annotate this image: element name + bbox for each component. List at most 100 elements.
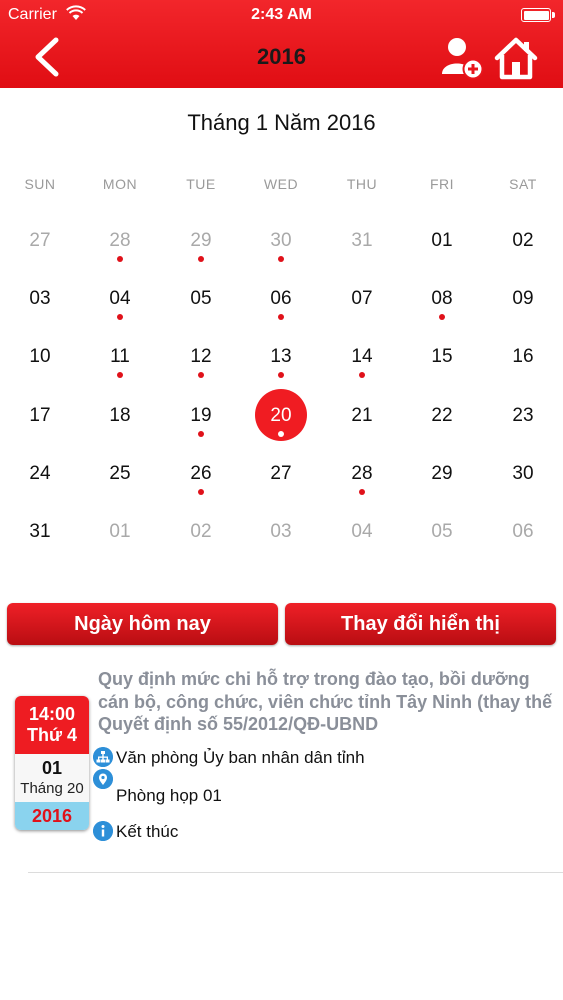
calendar-day[interactable]: 03: [241, 497, 321, 555]
day-number: 31: [29, 521, 51, 542]
calendar-day-selected[interactable]: 20: [241, 381, 321, 441]
day-number: 06: [270, 288, 292, 310]
day-number: 03: [270, 521, 292, 542]
calendar-day[interactable]: 06: [483, 497, 563, 555]
calendar-day[interactable]: 05: [161, 264, 241, 322]
calendar-day[interactable]: 17: [0, 381, 80, 439]
day-number: 11: [110, 346, 130, 368]
event-title: Quy định mức chi hỗ trợ trong đào tạo, b…: [98, 669, 553, 734]
calendar-day[interactable]: 18: [80, 381, 160, 439]
event-time: 14:00: [28, 704, 76, 724]
event-time-header: 14:00 Thứ 4: [15, 696, 89, 754]
calendar-day[interactable]: 26: [161, 439, 241, 497]
location-pin-icon: [93, 769, 113, 789]
calendar-day[interactable]: 23: [483, 381, 563, 439]
calendar-day[interactable]: 25: [80, 439, 160, 497]
battery-icon: [521, 8, 555, 22]
calendar-day[interactable]: 14: [322, 322, 402, 380]
add-user-icon[interactable]: [440, 36, 486, 82]
event-dot: [359, 372, 365, 379]
day-number: 10: [29, 346, 51, 368]
day-number: 02: [512, 230, 534, 251]
day-number: 24: [29, 462, 51, 484]
day-number: 12: [190, 346, 212, 368]
day-number: 15: [431, 346, 453, 368]
day-number: 20: [270, 404, 292, 426]
calendar-day[interactable]: 13: [241, 322, 321, 380]
status-time: 2:43 AM: [251, 6, 312, 23]
event-dot: [198, 372, 204, 379]
day-number: 30: [512, 462, 534, 484]
calendar-day[interactable]: 27: [0, 206, 80, 264]
info-icon: [93, 821, 113, 841]
top-bar: Carrier 2:43 AM 2016: [0, 0, 563, 88]
event-weekday: Thứ 4: [26, 725, 78, 745]
day-number: 09: [512, 288, 534, 310]
today-button[interactable]: Ngày hôm nay: [7, 603, 278, 645]
weekday-label: WED: [263, 176, 299, 192]
day-number: 03: [29, 288, 51, 310]
calendar-day[interactable]: 30: [241, 206, 321, 264]
day-number: 31: [351, 230, 373, 251]
event-dot: [278, 314, 284, 321]
event-dot: [439, 314, 445, 321]
calendar-day[interactable]: 22: [402, 381, 482, 439]
weekday-label: SAT: [509, 176, 537, 192]
calendar-day[interactable]: 07: [322, 264, 402, 322]
calendar-day[interactable]: 19: [161, 381, 241, 439]
calendar-day[interactable]: 08: [402, 264, 482, 322]
day-number: 01: [431, 230, 453, 251]
calendar-day[interactable]: 12: [161, 322, 241, 380]
calendar-day[interactable]: 02: [161, 497, 241, 555]
weekday-label: MON: [102, 176, 138, 192]
calendar-day[interactable]: 29: [161, 206, 241, 264]
calendar-day[interactable]: 28: [80, 206, 160, 264]
weekday-label: THU: [346, 176, 378, 192]
calendar-day[interactable]: 31: [0, 497, 80, 555]
weekday-label: TUE: [186, 176, 216, 192]
day-number: 04: [109, 288, 131, 310]
calendar-day[interactable]: 29: [402, 439, 482, 497]
calendar-day[interactable]: 06: [241, 264, 321, 322]
day-number: 28: [351, 462, 373, 484]
event-dot: [198, 430, 204, 437]
event-dot: [278, 372, 284, 379]
day-number: 02: [190, 521, 212, 542]
calendar-day[interactable]: 02: [483, 206, 563, 264]
calendar-day[interactable]: 09: [483, 264, 563, 322]
calendar-day[interactable]: 28: [322, 439, 402, 497]
calendar-day[interactable]: 11: [80, 322, 160, 380]
day-number: 27: [270, 462, 292, 484]
event-date-block: 14:00 Thứ 4 01 Tháng 20 2016: [15, 696, 89, 830]
calendar-day[interactable]: 27: [241, 439, 321, 497]
calendar-day[interactable]: 16: [483, 322, 563, 380]
calendar-day[interactable]: 04: [322, 497, 402, 555]
home-icon[interactable]: [492, 34, 540, 82]
day-number: 23: [512, 404, 534, 426]
day-number: 27: [29, 230, 51, 251]
divider: [28, 872, 563, 873]
calendar-day[interactable]: 21: [322, 381, 402, 439]
weekday-header: SUN MON TUE WED THU FRI SAT: [0, 176, 563, 196]
calendar-day[interactable]: 24: [0, 439, 80, 497]
day-number: 14: [351, 346, 373, 368]
calendar-day[interactable]: 05: [402, 497, 482, 555]
calendar-day[interactable]: 10: [0, 322, 80, 380]
calendar-day[interactable]: 01: [80, 497, 160, 555]
calendar-day[interactable]: 15: [402, 322, 482, 380]
day-number: 16: [512, 346, 534, 368]
event-item[interactable]: Quy định mức chi hỗ trợ trong đào tạo, b…: [0, 660, 563, 860]
event-location: Phòng họp 01: [116, 786, 222, 805]
event-status: Kết thúc: [116, 822, 179, 841]
change-view-button[interactable]: Thay đổi hiển thị: [285, 603, 556, 645]
day-number: 07: [351, 288, 373, 310]
day-number: 17: [29, 404, 51, 426]
weekday-label: SUN: [24, 176, 56, 192]
calendar-day[interactable]: 31: [322, 206, 402, 264]
calendar-day[interactable]: 01: [402, 206, 482, 264]
day-number: 05: [190, 288, 212, 310]
calendar-day[interactable]: 30: [483, 439, 563, 497]
calendar-day[interactable]: 03: [0, 264, 80, 322]
calendar-day[interactable]: 04: [80, 264, 160, 322]
event-year: 2016: [15, 802, 89, 830]
